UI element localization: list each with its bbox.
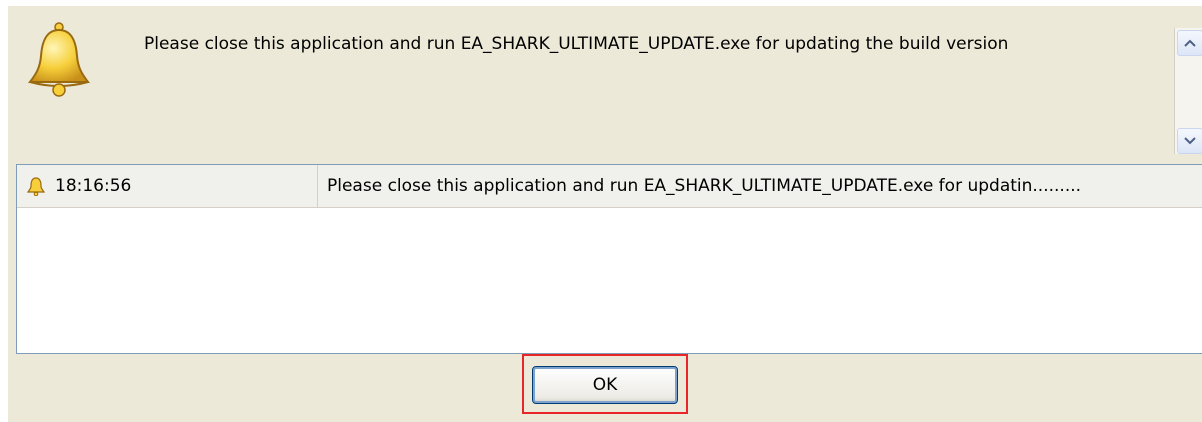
chevron-up-icon xyxy=(1184,39,1196,47)
log-time-cell: 18:16:56 xyxy=(17,165,318,207)
scroll-down-button[interactable] xyxy=(1177,128,1202,154)
log-time: 18:16:56 xyxy=(55,176,132,196)
message-scrollbar[interactable] xyxy=(1174,28,1202,154)
log-message: Please close this application and run EA… xyxy=(327,176,1082,196)
chevron-down-icon xyxy=(1184,137,1196,145)
scroll-up-button[interactable] xyxy=(1177,30,1202,56)
ok-button[interactable]: OK xyxy=(532,366,678,404)
dialog-message: Please close this application and run EA… xyxy=(144,34,1009,54)
log-row[interactable]: 18:16:56 Please close this application a… xyxy=(17,165,1202,208)
bell-icon xyxy=(27,177,45,196)
log-list[interactable]: 18:16:56 Please close this application a… xyxy=(16,164,1202,354)
bell-icon xyxy=(26,20,92,100)
